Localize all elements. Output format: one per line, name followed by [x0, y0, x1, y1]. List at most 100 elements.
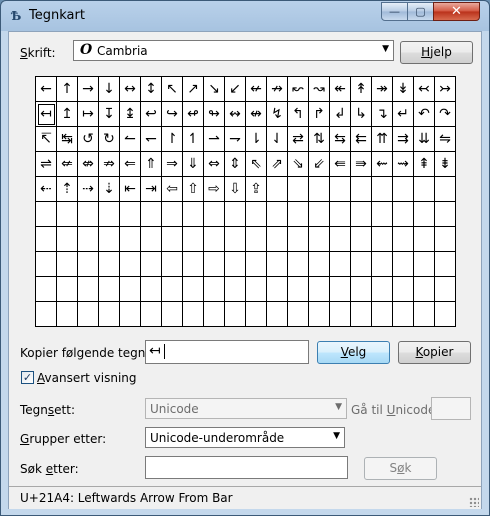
- copy-button[interactable]: Kopier: [398, 341, 471, 364]
- character-cell[interactable]: [162, 202, 183, 227]
- character-cell[interactable]: [120, 202, 141, 227]
- character-cell[interactable]: ⇥: [141, 177, 162, 202]
- character-cell[interactable]: ↘: [204, 77, 225, 102]
- character-cell[interactable]: ↠: [372, 77, 393, 102]
- character-cell[interactable]: ⇪: [246, 177, 267, 202]
- character-cell[interactable]: ↫: [183, 102, 204, 127]
- character-cell[interactable]: ⇉: [393, 127, 414, 152]
- character-cell[interactable]: [435, 277, 456, 302]
- character-cell[interactable]: ↣: [435, 77, 456, 102]
- character-cell[interactable]: [141, 252, 162, 277]
- character-cell[interactable]: ↲: [330, 102, 351, 127]
- character-cell[interactable]: ↭: [225, 102, 246, 127]
- character-cell[interactable]: [57, 202, 78, 227]
- character-cell[interactable]: ↳: [351, 102, 372, 127]
- character-cell[interactable]: ⇟: [435, 152, 456, 177]
- character-cell[interactable]: [120, 227, 141, 252]
- character-cell[interactable]: [78, 277, 99, 302]
- character-cell[interactable]: ↽: [141, 127, 162, 152]
- character-cell[interactable]: [267, 202, 288, 227]
- character-cell[interactable]: ↸: [36, 127, 57, 152]
- character-cell[interactable]: [162, 252, 183, 277]
- character-cell[interactable]: [141, 227, 162, 252]
- character-cell[interactable]: [435, 252, 456, 277]
- character-cell[interactable]: ⇖: [246, 152, 267, 177]
- character-cell[interactable]: ↹: [57, 127, 78, 152]
- character-cell[interactable]: ↛: [267, 77, 288, 102]
- character-cell[interactable]: [78, 252, 99, 277]
- character-cell[interactable]: ↵: [393, 102, 414, 127]
- character-cell[interactable]: [351, 227, 372, 252]
- character-cell[interactable]: ⇓: [183, 152, 204, 177]
- character-cell[interactable]: ⇧: [183, 177, 204, 202]
- character-cell[interactable]: ↙: [225, 77, 246, 102]
- character-cell[interactable]: [225, 252, 246, 277]
- advanced-view-checkbox[interactable]: ✓: [21, 371, 34, 384]
- character-cell[interactable]: [435, 227, 456, 252]
- character-cell[interactable]: ⇀: [204, 127, 225, 152]
- character-cell[interactable]: ⇄: [288, 127, 309, 152]
- character-cell[interactable]: ⇋: [435, 127, 456, 152]
- character-cell[interactable]: ←: [36, 77, 57, 102]
- charmap-app-icon[interactable]: Ѣ: [8, 8, 24, 24]
- go-to-unicode-field[interactable]: [431, 397, 471, 420]
- character-cell[interactable]: [351, 252, 372, 277]
- title-bar[interactable]: Ѣ Tegnkart — ▢ ✕: [1, 1, 489, 31]
- character-cell[interactable]: ⇞: [414, 152, 435, 177]
- character-cell[interactable]: ↿: [183, 127, 204, 152]
- character-cell[interactable]: [309, 302, 330, 327]
- character-cell[interactable]: [225, 227, 246, 252]
- character-cell[interactable]: [99, 252, 120, 277]
- character-cell[interactable]: ⇈: [372, 127, 393, 152]
- character-cell[interactable]: ↪: [162, 102, 183, 127]
- character-cell[interactable]: ↨: [120, 102, 141, 127]
- character-cell[interactable]: ↚: [246, 77, 267, 102]
- character-cell[interactable]: [162, 277, 183, 302]
- character-cell[interactable]: ⇢: [78, 177, 99, 202]
- character-set-select[interactable]: Unicode ▼: [145, 398, 347, 419]
- character-cell[interactable]: [393, 277, 414, 302]
- character-cell[interactable]: [204, 302, 225, 327]
- character-cell[interactable]: [225, 202, 246, 227]
- character-cell[interactable]: [141, 277, 162, 302]
- character-cell[interactable]: ⇍: [57, 152, 78, 177]
- character-cell[interactable]: [330, 277, 351, 302]
- character-cell[interactable]: ⇔: [204, 152, 225, 177]
- character-cell[interactable]: [162, 302, 183, 327]
- character-cell[interactable]: [309, 202, 330, 227]
- character-cell[interactable]: ↮: [246, 102, 267, 127]
- character-cell[interactable]: ⇇: [351, 127, 372, 152]
- character-cell[interactable]: ↼: [120, 127, 141, 152]
- character-cell[interactable]: [351, 202, 372, 227]
- character-cell[interactable]: [267, 227, 288, 252]
- character-cell[interactable]: ⇛: [351, 152, 372, 177]
- character-cell[interactable]: [372, 252, 393, 277]
- character-cell[interactable]: [99, 202, 120, 227]
- character-cell[interactable]: ⇂: [246, 127, 267, 152]
- character-cell[interactable]: [267, 177, 288, 202]
- character-cell[interactable]: ⇡: [57, 177, 78, 202]
- character-cell[interactable]: [246, 277, 267, 302]
- character-cell[interactable]: ⇦: [162, 177, 183, 202]
- character-cell[interactable]: [99, 227, 120, 252]
- character-cell[interactable]: ↟: [351, 77, 372, 102]
- character-cell[interactable]: [414, 227, 435, 252]
- character-cell[interactable]: ⇒: [162, 152, 183, 177]
- character-cell[interactable]: ⇅: [309, 127, 330, 152]
- characters-to-copy-field[interactable]: ↤: [145, 340, 309, 364]
- character-cell[interactable]: ↗: [183, 77, 204, 102]
- character-cell[interactable]: [57, 277, 78, 302]
- character-cell[interactable]: [204, 227, 225, 252]
- character-cell[interactable]: [183, 202, 204, 227]
- minimize-button[interactable]: —: [381, 2, 408, 21]
- character-cell[interactable]: [204, 202, 225, 227]
- character-cell[interactable]: ⇝: [393, 152, 414, 177]
- character-cell[interactable]: ⇕: [225, 152, 246, 177]
- character-cell[interactable]: ⇊: [414, 127, 435, 152]
- character-cell[interactable]: [99, 277, 120, 302]
- character-cell[interactable]: ↺: [78, 127, 99, 152]
- character-cell[interactable]: ⇠: [36, 177, 57, 202]
- character-cell[interactable]: ⇨: [204, 177, 225, 202]
- character-cell[interactable]: [393, 302, 414, 327]
- character-cell[interactable]: [267, 252, 288, 277]
